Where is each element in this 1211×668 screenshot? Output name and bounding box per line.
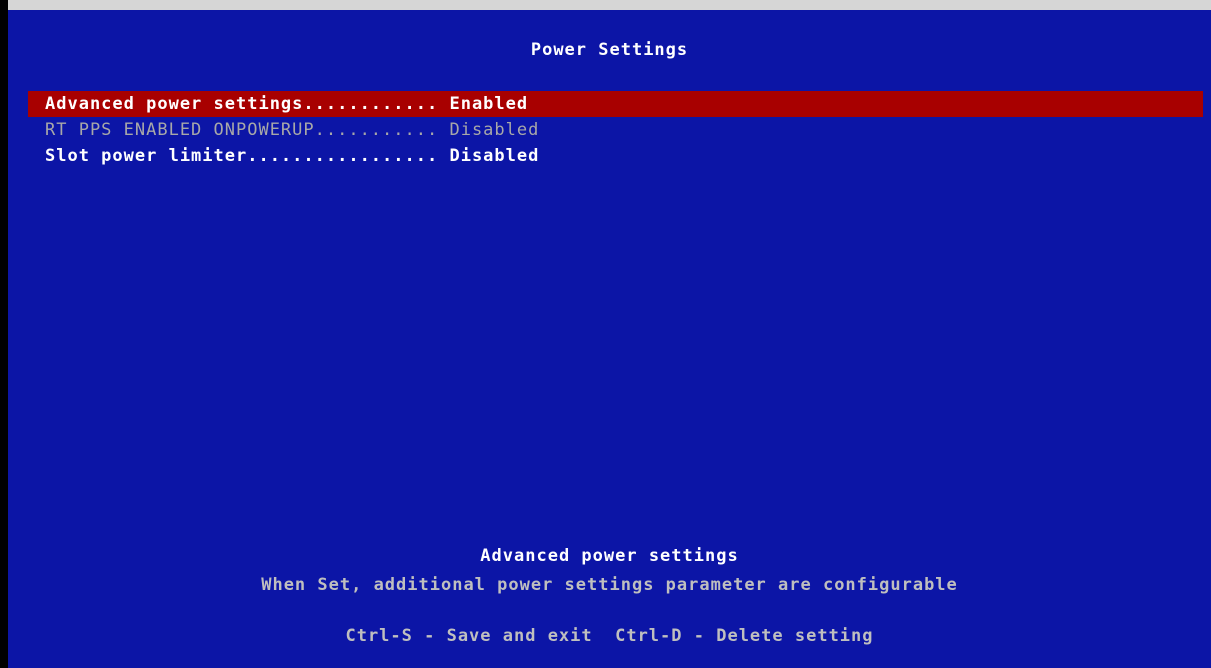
- menu-item-advanced-power-settings[interactable]: Advanced power settings............ Enab…: [28, 91, 1203, 117]
- menu-item-value: Disabled: [449, 120, 540, 140]
- menu-item-label: Slot power limiter.................: [45, 146, 450, 166]
- menu-item-value: Disabled: [449, 146, 540, 166]
- menu-item-label: RT PPS ENABLED ONPOWERUP...........: [45, 120, 450, 140]
- menu-item-slot-power-limiter[interactable]: Slot power limiter................. Disa…: [28, 143, 1203, 169]
- page-title: Power Settings: [530, 40, 689, 60]
- help-description: When Set, additional power settings para…: [261, 575, 958, 595]
- menu-item-label: Advanced power settings............: [45, 94, 450, 114]
- menu-item-rt-pps-enabled-onpowerup: RT PPS ENABLED ONPOWERUP........... Disa…: [28, 117, 1203, 143]
- window-top-border: [8, 0, 1211, 10]
- window-left-border: [0, 0, 8, 668]
- key-hints-footer: Ctrl-S - Save and exit Ctrl-D - Delete s…: [345, 626, 874, 646]
- menu-item-value: Enabled: [449, 94, 529, 114]
- settings-menu: Advanced power settings............ Enab…: [28, 91, 1203, 169]
- bios-screen: Power Settings Advanced power settings..…: [8, 10, 1211, 668]
- help-title: Advanced power settings: [480, 546, 739, 566]
